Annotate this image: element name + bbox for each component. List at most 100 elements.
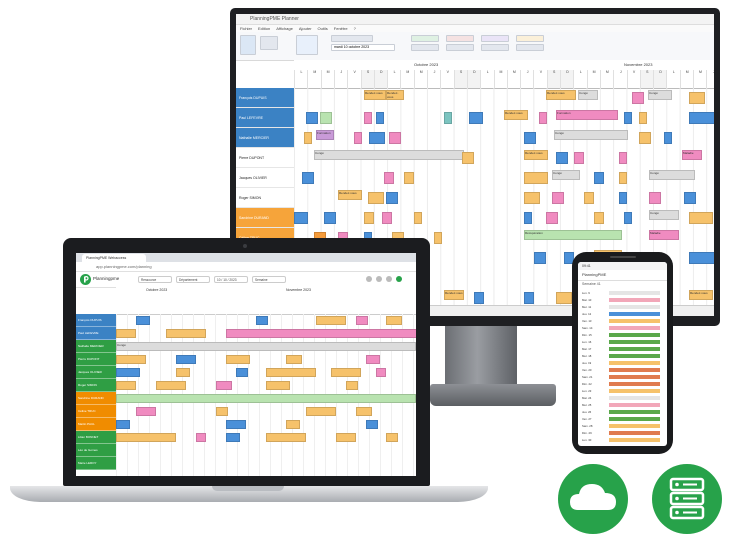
phone-event-bar[interactable] [609,340,660,344]
planning-event[interactable] [689,252,714,264]
menu-item[interactable]: Edition [258,25,270,32]
resource-name[interactable]: Pierre DUPONT [76,353,116,366]
planning-event[interactable] [316,316,346,325]
planning-event[interactable]: Rendez-vous [364,90,386,100]
planning-event[interactable]: Congé [554,130,628,140]
phone-day-row[interactable]: Mar. 24 [581,395,664,401]
planning-event[interactable] [384,172,394,184]
planning-event[interactable]: Formation [556,110,618,120]
planning-event[interactable] [574,152,584,164]
planning-event[interactable] [304,132,312,144]
phone-day-row[interactable]: Mer. 11 [581,304,664,310]
planning-event[interactable] [116,381,136,390]
planning-event[interactable] [116,420,130,429]
phone-event-bar[interactable] [609,368,660,372]
phone-day-row[interactable]: Dim. 22 [581,381,664,387]
planning-event[interactable]: Congé [649,170,695,180]
planning-event[interactable]: Récupération [524,230,622,240]
planning-event[interactable] [639,112,647,124]
search-icon[interactable] [366,276,372,282]
menu-item[interactable]: ? [354,25,356,32]
phone-day-row[interactable]: Lun. 23 [581,388,664,394]
planning-event[interactable] [389,132,401,144]
resource-name[interactable]: Paul LEFEVRE [236,108,294,128]
planning-event[interactable]: Rendez-vous [504,110,528,120]
planning-event[interactable] [386,192,398,204]
planning-event[interactable] [226,433,240,442]
phone-event-bar[interactable] [609,375,660,379]
planning-event[interactable] [366,420,378,429]
planning-event[interactable] [364,112,372,124]
planning-event[interactable] [236,368,248,377]
planning-event[interactable] [286,355,302,364]
phone-event-bar[interactable] [609,431,660,435]
planning-event[interactable] [306,407,336,416]
planning-event[interactable] [462,152,474,164]
filter-button-2[interactable] [411,44,439,51]
phone-day-row[interactable]: Jeu. 26 [581,409,664,415]
phone-event-bar[interactable] [609,389,660,393]
planning-event[interactable] [382,212,392,224]
planning-event[interactable]: Rendez-vous [689,290,713,300]
planning-event[interactable] [346,381,358,390]
planning-event[interactable] [266,433,306,442]
planning-event[interactable] [474,292,484,304]
resource-name[interactable]: Sandrine DURAND [76,392,116,405]
toolbar-select[interactable]: Département [176,276,210,283]
phone-event-bar[interactable] [609,326,660,330]
date-field[interactable]: mardi 10 octobre 2023 [331,44,395,51]
planning-event[interactable] [166,329,206,338]
phone-day-row[interactable]: Sam. 28 [581,423,664,429]
planning-event[interactable] [524,132,536,144]
resource-name[interactable]: Martin PAUL [76,418,116,431]
resource-name[interactable]: Roger SIMON [76,379,116,392]
planning-event[interactable] [116,355,146,364]
planning-event[interactable] [116,394,416,403]
settings-icon[interactable] [386,276,392,282]
planning-event[interactable] [684,192,696,204]
phone-event-bar[interactable] [609,417,660,421]
planning-event[interactable] [354,132,362,144]
planning-event[interactable] [524,292,534,304]
planning-event[interactable] [176,355,196,364]
planning-event[interactable] [556,152,568,164]
planning-event[interactable] [539,112,547,124]
planning-event[interactable] [386,433,398,442]
planning-event[interactable] [336,433,356,442]
phone-day-row[interactable]: Dim. 15 [581,332,664,338]
menu-item[interactable]: Affichage [276,25,293,32]
phone-event-bar[interactable] [609,312,660,316]
planning-event[interactable]: Rendez-vous [338,190,362,200]
resource-name[interactable]: Jacques OLIVIER [236,168,294,188]
planning-event[interactable]: Maladie [682,150,702,160]
url-bar[interactable]: app.planningpme.com/planning [76,262,416,272]
planning-event[interactable] [376,112,384,124]
planning-event[interactable] [364,212,374,224]
planning-event[interactable] [294,212,308,224]
user-icon[interactable] [396,276,402,282]
planning-event[interactable] [324,212,336,224]
planning-event[interactable] [216,407,228,416]
resource-name[interactable]: François DUPUIS [76,314,116,327]
planning-event[interactable] [594,172,604,184]
planning-event[interactable]: Rendez-vous [524,150,548,160]
phone-event-bar[interactable] [609,291,660,295]
resource-name[interactable]: Lilian BONNET [76,431,116,444]
filter-button-7[interactable] [516,35,544,42]
phone-event-bar[interactable] [609,424,660,428]
planning-event[interactable] [306,112,318,124]
planning-event[interactable] [356,407,372,416]
phone-day-row[interactable]: Mar. 17 [581,346,664,352]
refresh-icon[interactable] [376,276,382,282]
planning-event[interactable] [524,172,548,184]
menu-item[interactable]: Ajouter [299,25,312,32]
planning-event[interactable] [624,112,632,124]
planning-event[interactable]: Rendez-vous [444,290,464,300]
planning-event[interactable] [368,192,384,204]
phone-day-row[interactable]: Mar. 10 [581,297,664,303]
planning-event[interactable] [632,92,644,104]
planning-event[interactable] [404,172,414,184]
planning-event[interactable] [136,407,156,416]
phone-day-row[interactable]: Jeu. 19 [581,360,664,366]
planning-event[interactable]: Congé [648,90,672,100]
